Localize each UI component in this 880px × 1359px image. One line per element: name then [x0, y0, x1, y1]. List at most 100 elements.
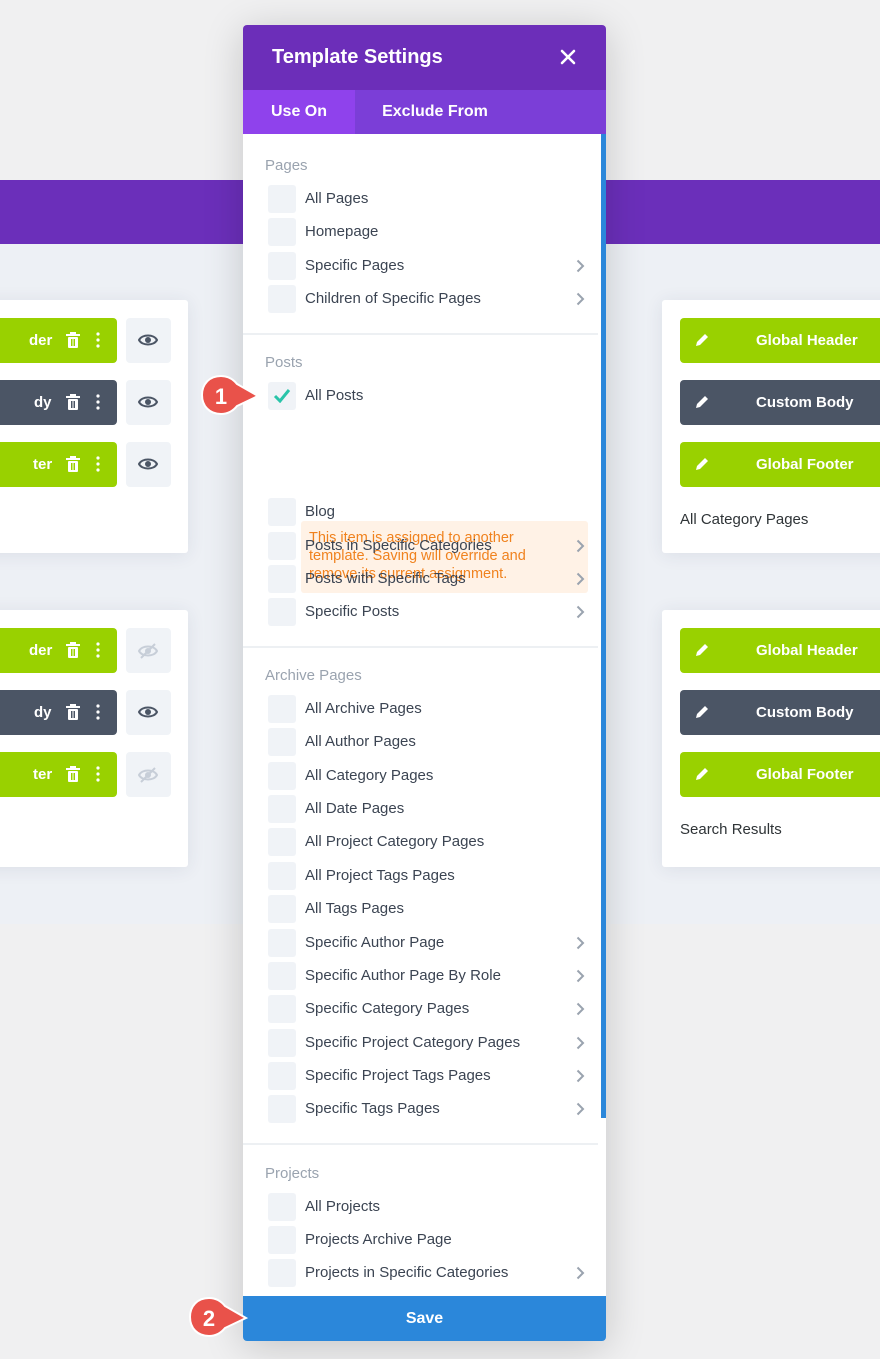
chevron-right-icon[interactable] [576, 1102, 585, 1116]
badge-number: 1 [214, 384, 228, 409]
option-all-tags-pages[interactable]: All Tags Pages [268, 895, 583, 923]
more-options-icon[interactable] [96, 394, 100, 410]
save-button[interactable]: Save [243, 1296, 606, 1341]
checkbox[interactable] [268, 995, 296, 1023]
checkbox[interactable] [268, 828, 296, 856]
more-options-icon[interactable] [96, 704, 100, 720]
checkbox[interactable] [268, 1029, 296, 1057]
checkbox[interactable] [268, 532, 296, 560]
checkbox[interactable] [268, 962, 296, 990]
more-options-icon[interactable] [96, 332, 100, 348]
option-specific-posts[interactable]: Specific Posts [268, 598, 585, 626]
chevron-right-icon[interactable] [576, 969, 585, 983]
more-options-icon[interactable] [96, 766, 100, 782]
checkbox-checked[interactable] [268, 382, 296, 410]
option-specific-author-page[interactable]: Specific Author Page [268, 929, 585, 957]
visibility-toggle[interactable] [126, 380, 171, 425]
option-all-projects[interactable]: All Projects [268, 1193, 583, 1221]
visibility-toggle[interactable] [126, 752, 171, 797]
checkbox[interactable] [268, 218, 296, 246]
checkbox[interactable] [268, 895, 296, 923]
option-specific-author-page-by-role[interactable]: Specific Author Page By Role [268, 962, 585, 990]
option-all-project-category-pages[interactable]: All Project Category Pages [268, 828, 583, 856]
chevron-right-icon[interactable] [576, 259, 585, 273]
checkbox[interactable] [268, 565, 296, 593]
global-footer-button[interactable]: Global Footer [680, 442, 880, 487]
custom-body-button[interactable]: dy [0, 380, 117, 425]
option-all-date-pages[interactable]: All Date Pages [268, 795, 583, 823]
checkbox[interactable] [268, 795, 296, 823]
close-icon[interactable] [559, 48, 577, 66]
checkbox[interactable] [268, 252, 296, 280]
checkbox[interactable] [268, 1062, 296, 1090]
chevron-right-icon[interactable] [576, 572, 585, 586]
option-all-category-pages[interactable]: All Category Pages [268, 762, 583, 790]
checkbox[interactable] [268, 862, 296, 890]
trash-icon[interactable] [66, 642, 80, 658]
option-all-project-tags-pages[interactable]: All Project Tags Pages [268, 862, 583, 890]
option-projects-in-specific-categories[interactable]: Projects in Specific Categories [268, 1259, 585, 1287]
option-label: Posts in Specific Categories [305, 537, 492, 554]
trash-icon[interactable] [66, 332, 80, 348]
tab-exclude-from[interactable]: Exclude From [355, 90, 515, 134]
custom-body-button[interactable]: Custom Body [680, 380, 880, 425]
custom-body-button[interactable]: Custom Body [680, 690, 880, 735]
more-options-icon[interactable] [96, 456, 100, 472]
chevron-right-icon[interactable] [576, 936, 585, 950]
trash-icon[interactable] [66, 456, 80, 472]
visibility-toggle[interactable] [126, 318, 171, 363]
chevron-right-icon[interactable] [576, 1002, 585, 1016]
checkbox[interactable] [268, 762, 296, 790]
checkbox[interactable] [268, 1095, 296, 1123]
global-header-button[interactable]: der [0, 318, 117, 363]
option-all-posts[interactable]: All Posts [268, 382, 583, 410]
option-homepage[interactable]: Homepage [268, 218, 583, 246]
checkbox[interactable] [268, 598, 296, 626]
visibility-toggle[interactable] [126, 628, 171, 673]
chevron-right-icon[interactable] [576, 1036, 585, 1050]
option-specific-project-category-pages[interactable]: Specific Project Category Pages [268, 1029, 585, 1057]
tab-use-on[interactable]: Use On [243, 90, 355, 134]
option-specific-tags-pages[interactable]: Specific Tags Pages [268, 1095, 585, 1123]
option-specific-project-tags-pages[interactable]: Specific Project Tags Pages [268, 1062, 585, 1090]
option-all-pages[interactable]: All Pages [268, 185, 583, 213]
checkbox[interactable] [268, 1226, 296, 1254]
template-assignment-label: All Category Pages [680, 511, 809, 528]
scrollbar[interactable] [601, 134, 606, 1118]
chevron-right-icon[interactable] [576, 292, 585, 306]
trash-icon[interactable] [66, 766, 80, 782]
checkbox[interactable] [268, 1193, 296, 1221]
global-footer-button[interactable]: ter [0, 752, 117, 797]
option-all-author-pages[interactable]: All Author Pages [268, 728, 583, 756]
chevron-right-icon[interactable] [576, 1069, 585, 1083]
checkbox[interactable] [268, 1259, 296, 1287]
checkbox[interactable] [268, 285, 296, 313]
trash-icon[interactable] [66, 394, 80, 410]
checkbox[interactable] [268, 498, 296, 526]
option-posts-with-specific-tags[interactable]: Posts with Specific Tags [268, 565, 585, 593]
global-header-button[interactable]: Global Header [680, 318, 880, 363]
chevron-right-icon[interactable] [576, 605, 585, 619]
option-all-archive-pages[interactable]: All Archive Pages [268, 695, 583, 723]
option-projects-archive-page[interactable]: Projects Archive Page [268, 1226, 583, 1254]
trash-icon[interactable] [66, 704, 80, 720]
more-options-icon[interactable] [96, 642, 100, 658]
chevron-right-icon[interactable] [576, 1266, 585, 1280]
global-header-button[interactable]: der [0, 628, 117, 673]
option-specific-category-pages[interactable]: Specific Category Pages [268, 995, 585, 1023]
option-children-of-specific-pages[interactable]: Children of Specific Pages [268, 285, 585, 313]
visibility-toggle[interactable] [126, 442, 171, 487]
visibility-toggle[interactable] [126, 690, 171, 735]
global-footer-button[interactable]: ter [0, 442, 117, 487]
checkbox[interactable] [268, 185, 296, 213]
checkbox[interactable] [268, 929, 296, 957]
checkbox[interactable] [268, 728, 296, 756]
global-footer-button[interactable]: Global Footer [680, 752, 880, 797]
option-posts-in-specific-categories[interactable]: Posts in Specific Categories [268, 532, 585, 560]
checkbox[interactable] [268, 695, 296, 723]
option-specific-pages[interactable]: Specific Pages [268, 252, 585, 280]
custom-body-button[interactable]: dy [0, 690, 117, 735]
option-blog[interactable]: Blog [268, 498, 583, 526]
chevron-right-icon[interactable] [576, 539, 585, 553]
global-header-button[interactable]: Global Header [680, 628, 880, 673]
